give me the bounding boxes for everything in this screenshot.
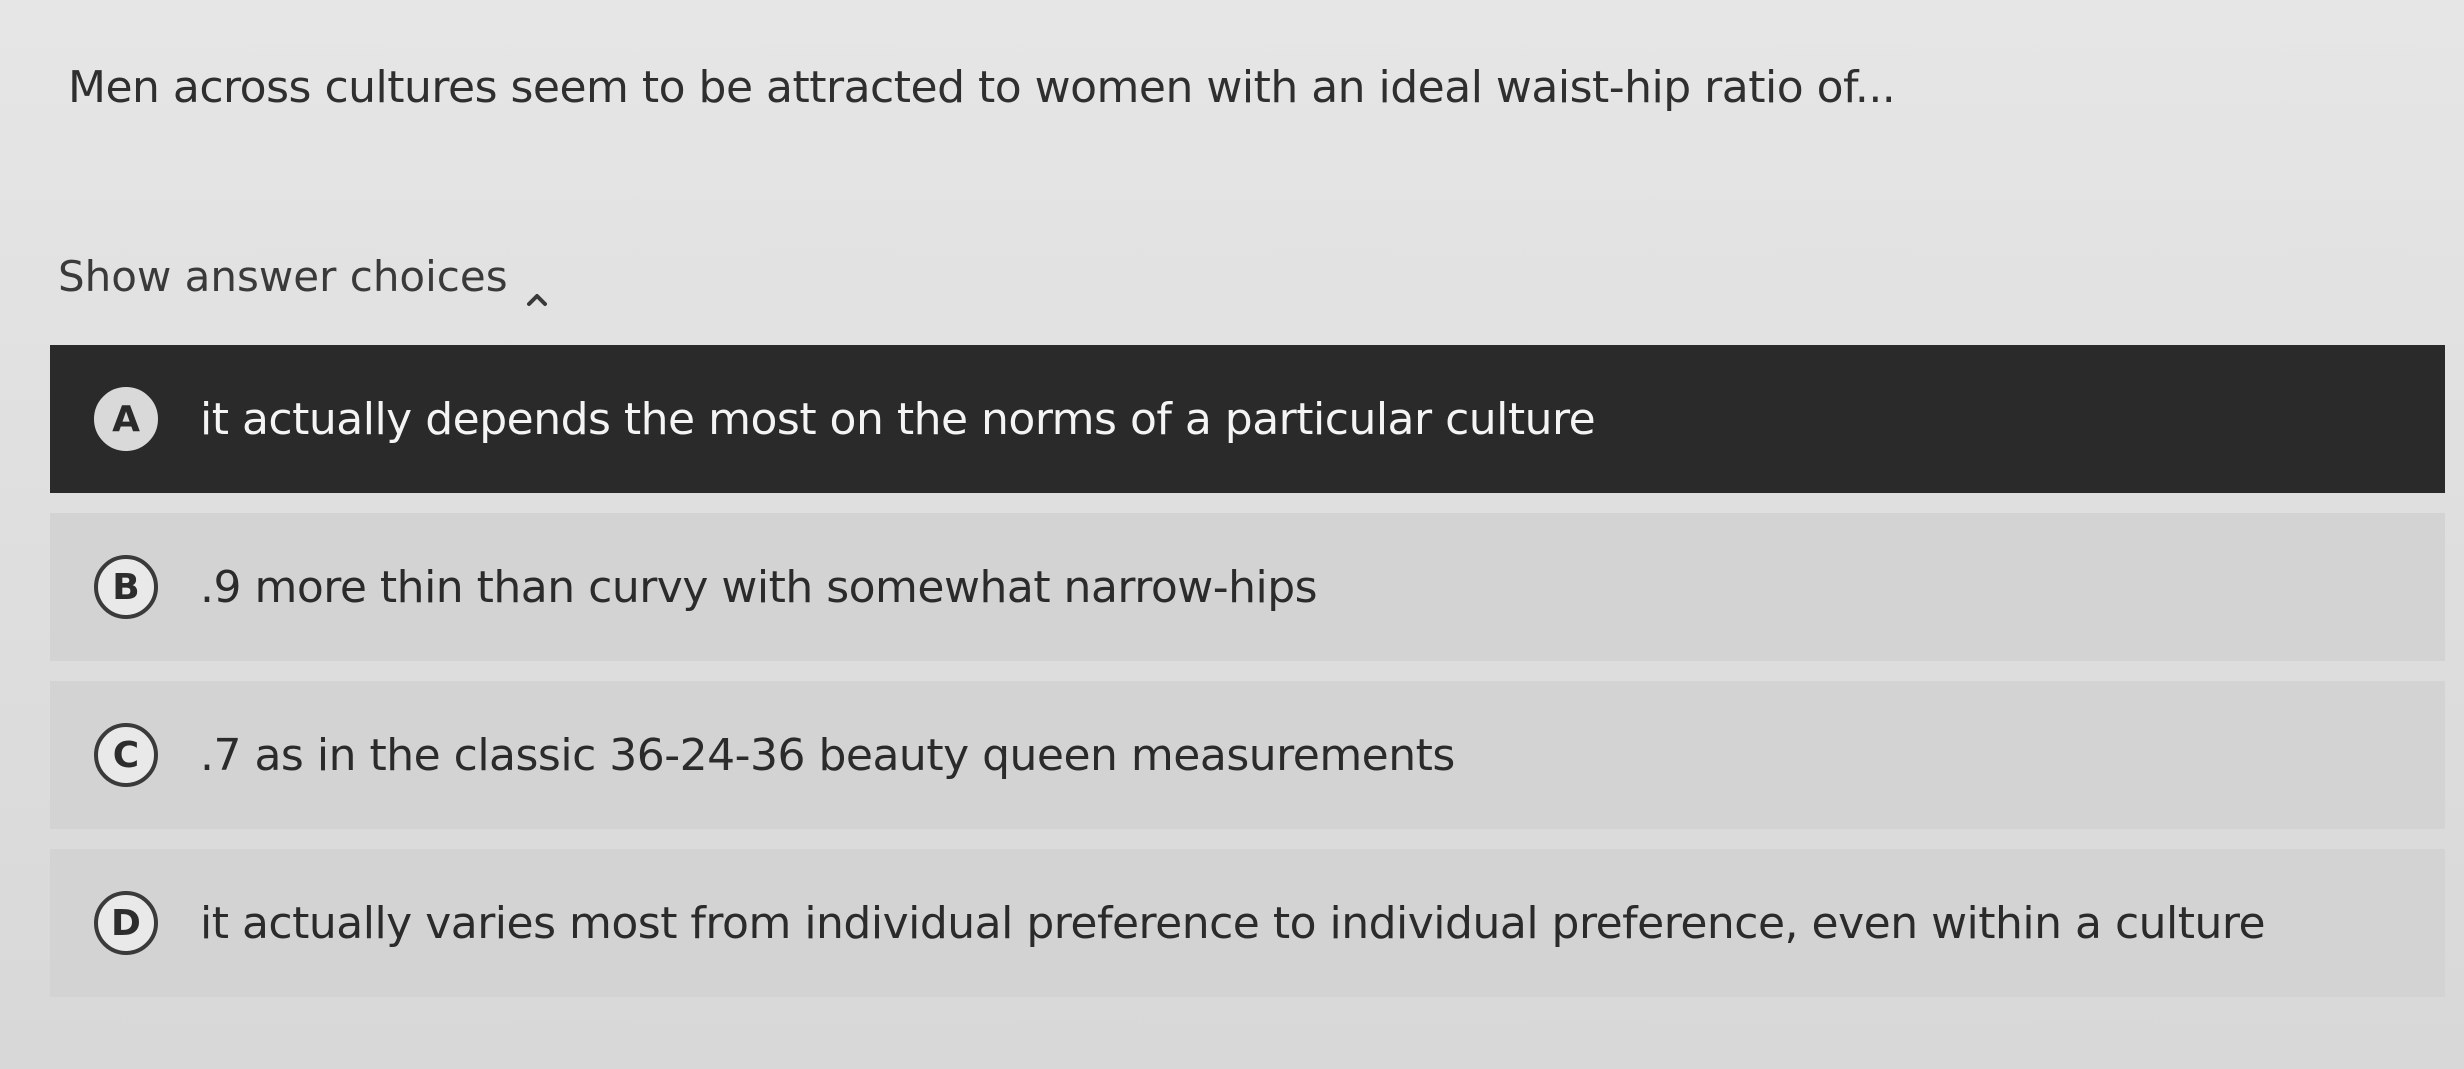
choice-text: .9 more thin than curvy with somewhat na…: [200, 561, 1318, 613]
toggle-label: Show answer choices: [58, 252, 508, 301]
choice-letter-badge: A: [94, 387, 158, 451]
answer-choice-a[interactable]: A it actually depends the most on the no…: [50, 345, 2445, 493]
choice-letter-badge: D: [94, 891, 158, 955]
answer-choices-list: A it actually depends the most on the no…: [50, 345, 2445, 1017]
choice-text: .7 as in the classic 36-24-36 beauty que…: [200, 729, 1455, 781]
choice-text: it actually varies most from individual …: [200, 897, 2266, 949]
choice-letter-badge: C: [94, 723, 158, 787]
answer-choice-c[interactable]: C .7 as in the classic 36-24-36 beauty q…: [50, 681, 2445, 829]
choice-text: it actually depends the most on the norm…: [200, 393, 1596, 445]
show-answer-choices-toggle[interactable]: Show answer choices: [58, 252, 548, 306]
choice-letter-badge: B: [94, 555, 158, 619]
answer-choice-d[interactable]: D it actually varies most from individua…: [50, 849, 2445, 997]
answer-choice-b[interactable]: B .9 more thin than curvy with somewhat …: [50, 513, 2445, 661]
quiz-page: Men across cultures seem to be attracted…: [0, 0, 2464, 1069]
chevron-up-icon: [526, 272, 548, 306]
question-text: Men across cultures seem to be attracted…: [68, 62, 1896, 113]
